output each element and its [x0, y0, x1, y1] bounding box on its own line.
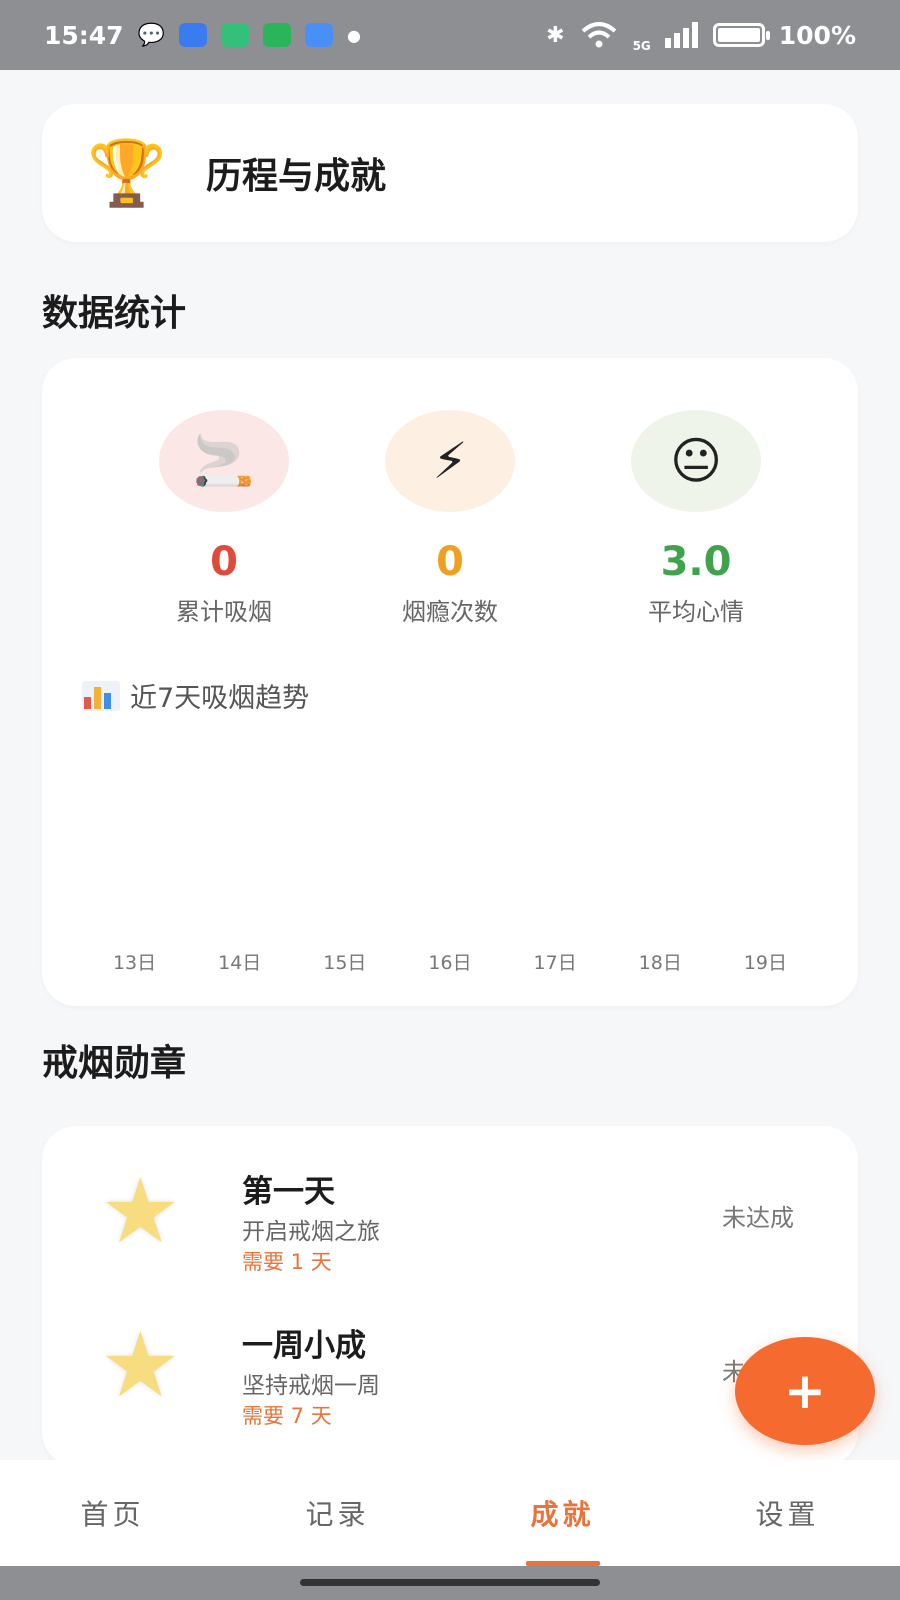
wechat-icon: 💬: [137, 22, 165, 48]
page-header-card: 🏆 历程与成就: [42, 104, 858, 242]
trend-day-label: 19日: [743, 952, 787, 974]
trend-title: 近7天吸烟趋势: [82, 676, 309, 715]
trend-day-label: 17日: [533, 952, 577, 974]
app-icon-green: [220, 23, 249, 47]
bluetooth-icon: ✱: [546, 22, 565, 48]
stats-section-title: 数据统计: [42, 293, 187, 334]
app-icon-blue: [178, 23, 207, 47]
stat-total-smoked: 🚬 0 累计吸烟: [124, 410, 324, 627]
page-title: 历程与成就: [206, 156, 387, 197]
stat-label: 烟瘾次数: [402, 598, 498, 626]
badge-requirement: 需要 7 天: [242, 1404, 332, 1428]
browser-app-icon: [304, 23, 333, 47]
tab-label: 记录: [305, 1498, 370, 1531]
add-record-button[interactable]: +: [735, 1337, 875, 1445]
badge-name: 一周小成: [242, 1328, 366, 1364]
stat-craving-count: ⚡ 0 烟瘾次数: [350, 410, 550, 627]
stat-label: 平均心情: [648, 598, 744, 626]
status-bar: 15:47 💬 ● ✱ 5G 100%: [0, 0, 900, 70]
stats-card: 🚬 0 累计吸烟 ⚡ 0 烟瘾次数 😐 3.0 平均心情 近7天吸烟趋势 13日…: [42, 358, 858, 1006]
stat-value: 0: [210, 539, 238, 585]
badges-card: ★ 第一天 开启戒烟之旅 需要 1 天 未达成 ★ 一周小成 坚持戒烟一周 需要…: [42, 1126, 858, 1466]
network-type: 5G: [632, 39, 651, 53]
tab-records[interactable]: 记录: [225, 1460, 450, 1566]
lightning-icon: ⚡: [385, 410, 515, 512]
trend-day-label: 13日: [112, 952, 157, 974]
stat-value: 0: [436, 539, 464, 585]
badge-item[interactable]: ★ 一周小成 坚持戒烟一周 需要 7 天 未达成: [42, 1316, 858, 1436]
badges-section-title: 戒烟勋章: [42, 1043, 187, 1084]
stat-value: 3.0: [660, 539, 732, 585]
tab-achievements[interactable]: 成就: [450, 1460, 675, 1566]
tab-home[interactable]: 首页: [0, 1460, 225, 1566]
system-nav-bar: [0, 1566, 900, 1600]
tab-label: 首页: [80, 1498, 145, 1531]
bottom-tab-bar: 首页 记录 成就 设置: [0, 1460, 900, 1566]
trophy-icon: 🏆: [87, 136, 167, 211]
trend-title-text: 近7天吸烟趋势: [130, 683, 310, 714]
star-icon: ★: [100, 1313, 181, 1418]
trend-day-label: 15日: [323, 952, 367, 974]
dot-icon: ●: [346, 25, 361, 45]
badge-name: 第一天: [242, 1174, 335, 1210]
stat-label: 累计吸烟: [176, 598, 272, 626]
bar-chart-icon: [82, 680, 120, 711]
cigarette-icon: 🚬: [159, 410, 289, 512]
trend-day-label: 14日: [218, 952, 262, 974]
badge-requirement: 需要 1 天: [242, 1250, 332, 1274]
neutral-face-icon: 😐: [631, 410, 761, 512]
badge-description: 开启戒烟之旅: [242, 1219, 380, 1245]
signal-icon: [664, 22, 698, 48]
home-indicator[interactable]: [300, 1579, 600, 1586]
shield-app-icon: [262, 23, 291, 47]
badge-description: 坚持戒烟一周: [242, 1373, 380, 1399]
tab-label: 成就: [530, 1498, 595, 1531]
status-time: 15:47: [44, 20, 124, 50]
tab-label: 设置: [755, 1498, 820, 1531]
battery-percent: 100%: [778, 20, 856, 50]
trend-day-label: 18日: [638, 952, 682, 974]
tab-settings[interactable]: 设置: [675, 1460, 900, 1566]
wifi-icon: [581, 22, 616, 48]
battery-icon: [712, 23, 770, 47]
badge-status: 未达成: [722, 1204, 794, 1232]
trend-day-labels: 13日 14日 15日 16日 17日 18日 19日: [82, 948, 818, 975]
trend-day-label: 16日: [428, 952, 472, 974]
stat-average-mood: 😐 3.0 平均心情: [596, 410, 796, 627]
badge-item[interactable]: ★ 第一天 开启戒烟之旅 需要 1 天 未达成: [42, 1162, 858, 1282]
star-icon: ★: [100, 1159, 181, 1264]
